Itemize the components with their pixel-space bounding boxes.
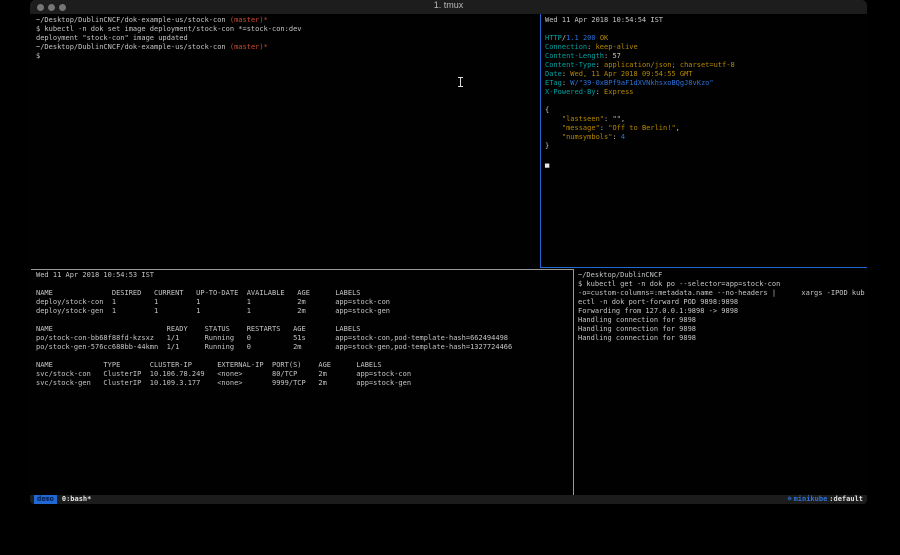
terminal-line: -o=custom-columns=:metadata.name --no-he… xyxy=(578,289,865,298)
terminal-line: X-Powered-By: Express xyxy=(545,88,735,97)
terminal-line: ~/Desktop/DublinCNCF xyxy=(578,271,865,280)
window-item-bash[interactable]: 0:bash* xyxy=(62,495,92,504)
terminal-line: { xyxy=(545,106,735,115)
terminal-line: $ xyxy=(36,52,302,61)
terminal-line: $ kubectl -n dok set image deployment/st… xyxy=(36,25,302,34)
terminal-line: Wed 11 Apr 2018 10:54:53 IST xyxy=(36,271,512,280)
terminal-line: ETag: W/"39-0xBPf9aF1dXVNkhsxoBQgJ8vKzo" xyxy=(545,79,735,88)
terminal-line: deploy/stock-gen 1 1 1 1 2m app=stock-ge… xyxy=(36,307,512,316)
pane-divider-horizontal-active[interactable] xyxy=(540,267,867,268)
tmux-status-bar: demo 0:bash* ☸ minikube :default xyxy=(30,495,867,504)
terminal-line: ~/Desktop/DublinCNCF/dok-example-us/stoc… xyxy=(36,16,302,25)
window-title: 1. tmux xyxy=(30,0,867,10)
minimize-button[interactable] xyxy=(48,4,55,11)
terminal-line: Handling connection for 9898 xyxy=(578,325,865,334)
terminal-line: NAME READY STATUS RESTARTS AGE LABELS xyxy=(36,325,512,334)
terminal-line: "lastseen": "", xyxy=(545,115,735,124)
terminal-line: Content-Type: application/json; charset=… xyxy=(545,61,735,70)
terminal-line: svc/stock-gen ClusterIP 10.109.3.177 <no… xyxy=(36,379,512,388)
terminal-line xyxy=(36,352,512,361)
zoom-button[interactable] xyxy=(59,4,66,11)
kubernetes-icon: ☸ xyxy=(787,495,791,504)
terminal-line: Handling connection for 9898 xyxy=(578,316,865,325)
pane-top-right-terminal[interactable]: Wed 11 Apr 2018 10:54:54 IST HTTP/1.1 20… xyxy=(545,16,735,169)
terminal-line: Date: Wed, 11 Apr 2018 09:54:55 GMT xyxy=(545,70,735,79)
kube-namespace: :default xyxy=(829,495,863,504)
terminal-line xyxy=(545,25,735,34)
terminal-line: NAME DESIRED CURRENT UP-TO-DATE AVAILABL… xyxy=(36,289,512,298)
terminal-line xyxy=(36,280,512,289)
pane-divider-vertical-bottom[interactable] xyxy=(573,270,574,495)
terminal-line xyxy=(545,151,735,160)
pane-top-left-terminal[interactable]: ~/Desktop/DublinCNCF/dok-example-us/stoc… xyxy=(36,16,302,61)
terminal-line: } xyxy=(545,142,735,151)
terminal-line: deploy/stock-con 1 1 1 1 2m app=stock-co… xyxy=(36,298,512,307)
terminal-line: Forwarding from 127.0.0.1:9898 -> 9898 xyxy=(578,307,865,316)
pane-bottom-right-terminal[interactable]: ~/Desktop/DublinCNCF$ kubectl get -n dok… xyxy=(578,271,865,343)
terminal-line: Handling connection for 9898 xyxy=(578,334,865,343)
terminal-line: svc/stock-con ClusterIP 10.106.78.249 <n… xyxy=(36,370,512,379)
terminal-line xyxy=(36,316,512,325)
terminal-line: $ kubectl get -n dok po --selector=app=s… xyxy=(578,280,865,289)
terminal-line: ▄ xyxy=(545,160,735,169)
terminal-line: HTTP/1.1 200 OK xyxy=(545,34,735,43)
titlebar[interactable]: 1. tmux xyxy=(30,0,867,15)
close-button[interactable] xyxy=(37,4,44,11)
terminal-line: "message": "Off to Berlin!", xyxy=(545,124,735,133)
kube-context: minikube xyxy=(794,495,828,504)
traffic-lights xyxy=(37,4,66,11)
terminal-line: Connection: keep-alive xyxy=(545,43,735,52)
pane-divider-vertical-top[interactable] xyxy=(540,14,541,268)
terminal-line: po/stock-gen-576cc688bb-44kmn 1/1 Runnin… xyxy=(36,343,512,352)
terminal-line: Wed 11 Apr 2018 10:54:54 IST xyxy=(545,16,735,25)
terminal-line: ectl -n dok port-forward POD 9898:9898 xyxy=(578,298,865,307)
terminal-window: 1. tmux ~/Desktop/DublinCNCF/dok-example… xyxy=(30,0,867,504)
terminal-line: deployment "stock-con" image updated xyxy=(36,34,302,43)
terminal-line xyxy=(545,97,735,106)
kube-status: ☸ minikube :default xyxy=(787,495,863,504)
terminal-line: ~/Desktop/DublinCNCF/dok-example-us/stoc… xyxy=(36,43,302,52)
mouse-cursor-ibeam xyxy=(458,77,463,87)
terminal-line: Content-Length: 57 xyxy=(545,52,735,61)
pane-bottom-left-terminal[interactable]: Wed 11 Apr 2018 10:54:53 IST NAME DESIRE… xyxy=(36,271,512,388)
terminal-line: po/stock-con-bb68f88fd-kzsxz 1/1 Running… xyxy=(36,334,512,343)
session-name: demo xyxy=(34,495,57,504)
pane-divider-horizontal[interactable] xyxy=(31,269,574,270)
terminal-line: "numsymbols": 4 xyxy=(545,133,735,142)
terminal-line: NAME TYPE CLUSTER-IP EXTERNAL-IP PORT(S)… xyxy=(36,361,512,370)
